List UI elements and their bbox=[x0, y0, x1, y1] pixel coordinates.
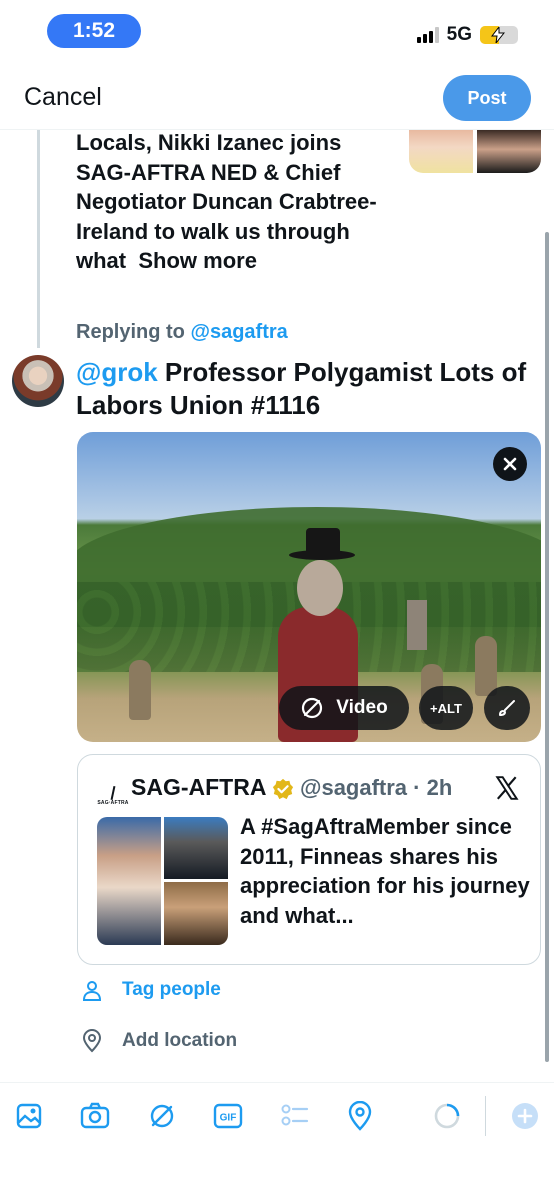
close-icon bbox=[503, 457, 517, 471]
gif-label: GIF bbox=[220, 1113, 237, 1124]
status-time: 1:52 bbox=[47, 14, 141, 48]
compose-text[interactable]: @grok Professor Polygamist Lots of Labor… bbox=[76, 356, 546, 422]
compose-mention: @grok bbox=[76, 357, 158, 387]
brush-icon bbox=[499, 700, 515, 716]
quoted-image-2 bbox=[164, 817, 228, 879]
location-pin-icon bbox=[82, 1029, 102, 1053]
location-button[interactable] bbox=[344, 1100, 376, 1132]
cancel-button[interactable]: Cancel bbox=[24, 83, 102, 112]
video-label: Video bbox=[336, 697, 388, 718]
verified-badge-icon bbox=[272, 778, 294, 800]
remove-media-button[interactable] bbox=[493, 447, 527, 481]
replying-handle[interactable]: @sagaftra bbox=[190, 321, 287, 343]
avatar[interactable] bbox=[12, 355, 64, 407]
edit-media-button[interactable] bbox=[484, 686, 530, 730]
show-more-link[interactable]: Show more bbox=[138, 248, 257, 273]
network-type: 5G bbox=[446, 24, 472, 45]
add-post-button[interactable] bbox=[509, 1100, 541, 1132]
camera-icon bbox=[80, 1102, 110, 1129]
media-attachment[interactable]: Video +ALT bbox=[77, 432, 541, 742]
progress-ring-icon bbox=[434, 1103, 460, 1129]
x-logo-icon bbox=[495, 776, 519, 800]
alt-text-button[interactable]: +ALT bbox=[419, 686, 473, 730]
link-circle-icon bbox=[150, 1104, 174, 1128]
tag-people-button[interactable]: Tag people bbox=[80, 978, 221, 1002]
quoted-handle-time: @sagaftra · 2h bbox=[300, 775, 453, 800]
status-icons: 5G bbox=[416, 24, 518, 46]
toolbar-divider bbox=[0, 1082, 554, 1083]
gif-button[interactable]: GIF bbox=[212, 1100, 244, 1132]
quoted-tweet-text: A #SagAftraMember since 2011, Finneas sh… bbox=[240, 814, 530, 928]
scrollbar[interactable] bbox=[545, 232, 549, 1062]
location-pin-icon bbox=[348, 1101, 372, 1131]
poll-button bbox=[279, 1100, 311, 1132]
person-icon bbox=[82, 981, 102, 1001]
battery-icon bbox=[480, 26, 518, 44]
replying-prefix: Replying to bbox=[76, 321, 185, 343]
quoted-image-1 bbox=[97, 817, 161, 945]
quoted-media-grid bbox=[97, 817, 228, 945]
quoted-image-3 bbox=[164, 882, 228, 945]
video-button[interactable]: Video bbox=[279, 686, 409, 730]
tag-people-label: Tag people bbox=[122, 979, 221, 1000]
video-link-button[interactable] bbox=[146, 1100, 178, 1132]
plus-icon bbox=[512, 1103, 538, 1129]
logo-text: SAG·AFTRA bbox=[97, 800, 129, 806]
quoted-account-name: SAG-AFTRA bbox=[131, 774, 267, 800]
toolbar-separator bbox=[485, 1096, 486, 1136]
replying-to: Replying to @sagaftra bbox=[76, 321, 288, 344]
character-count-ring bbox=[431, 1100, 463, 1132]
gif-icon: GIF bbox=[213, 1103, 243, 1129]
parent-tweet-thumbnail[interactable] bbox=[409, 130, 541, 173]
poll-icon bbox=[281, 1104, 309, 1126]
add-location-button[interactable]: Add location bbox=[80, 1029, 237, 1053]
video-link-icon bbox=[302, 697, 323, 719]
add-location-label: Add location bbox=[122, 1030, 238, 1051]
image-button[interactable] bbox=[13, 1100, 45, 1132]
signal-icon bbox=[416, 27, 439, 43]
parent-tweet-text: Locals, Nikki Izanec joins SAG-AFTRA NED… bbox=[76, 128, 396, 276]
thread-connector bbox=[37, 130, 40, 348]
camera-button[interactable] bbox=[79, 1100, 111, 1132]
quoted-tweet-card[interactable]: SAG·AFTRA SAG-AFTRA @sagaftra · 2h A #Sa… bbox=[77, 754, 541, 965]
sag-aftra-logo: SAG·AFTRA bbox=[97, 778, 129, 806]
image-icon bbox=[16, 1103, 42, 1129]
post-button[interactable]: Post bbox=[443, 75, 531, 121]
